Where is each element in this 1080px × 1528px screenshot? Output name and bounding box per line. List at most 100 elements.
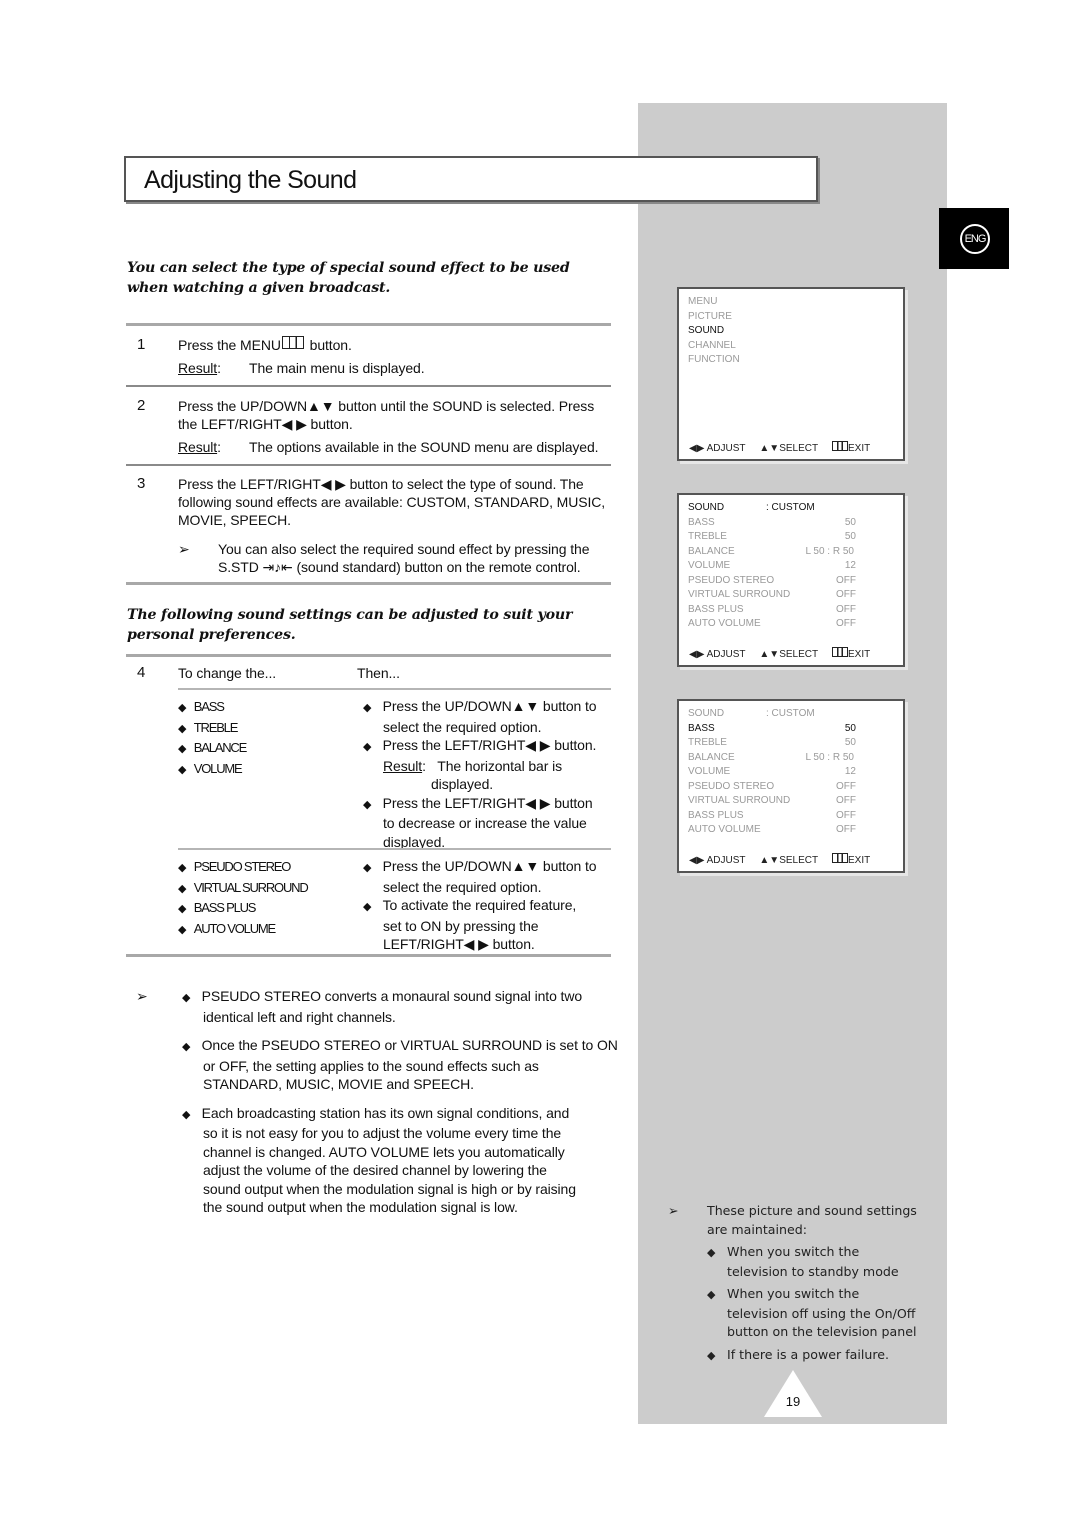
diamond-bullet-icon: ◆ xyxy=(178,862,187,874)
step-3-note-1: You can also select the required sound e… xyxy=(218,541,590,557)
result-text: The options available in the SOUND menu … xyxy=(249,439,599,455)
divider xyxy=(178,848,611,850)
osd-row: TREBLE 50 xyxy=(688,531,856,542)
osd-sound-header: SOUND: CUSTOM xyxy=(688,708,815,719)
divider xyxy=(126,582,611,585)
divider xyxy=(126,464,611,466)
osd-row: BALANCE L 50 : R 50 xyxy=(688,751,854,763)
page-title: Adjusting the Sound xyxy=(144,166,357,194)
table-header-change: To change the... xyxy=(178,665,277,681)
language-badge-label: ENG xyxy=(960,224,990,254)
divider xyxy=(126,654,611,657)
diamond-bullet-icon: ◆ xyxy=(178,923,187,936)
select-hint: ▲▼SELECT xyxy=(759,649,819,660)
osd-row: PSEUDO STEREO OFF xyxy=(688,780,856,792)
menu-icon xyxy=(832,853,849,863)
osd-menu-item: FUNCTION xyxy=(688,354,740,365)
adjust-hint: ◀▶ ADJUST xyxy=(689,443,746,454)
step-3-note-2: S.STD ⇥♪⇤ (sound standard) button on the… xyxy=(218,559,581,575)
note-arrow-icon: ➢ xyxy=(178,541,190,557)
list-item: ◆ When you switch the television off usi… xyxy=(707,1286,917,1339)
osd-row: VIRTUAL SURROUND OFF xyxy=(688,589,856,600)
osd-footer: ◀▶ ADJUST ▲▼SELECT EXIT xyxy=(689,647,870,660)
side-note: These picture and sound settings are mai… xyxy=(707,1202,917,1365)
osd-main-menu: MENU PICTURE SOUND CHANNEL FUNCTION ◀▶ A… xyxy=(677,287,905,461)
diamond-bullet-icon: ◆ xyxy=(182,992,191,1004)
result-label: Result xyxy=(178,439,218,455)
list-item: ◆ VIRTUAL SURROUND xyxy=(178,878,309,899)
list-item: ◆ Press the UP/DOWN▲▼ button to xyxy=(363,857,597,878)
instruction-text: select the required option. xyxy=(383,878,542,895)
list-item: ◆ AUTO VOLUME xyxy=(178,919,308,940)
language-badge: ENG xyxy=(939,208,1009,269)
list-item: ◆ To activate the required feature, xyxy=(363,896,596,917)
diamond-bullet-icon: ◆ xyxy=(182,1041,191,1053)
diamond-bullet-icon: ◆ xyxy=(178,743,187,755)
osd-row: VIRTUAL SURROUND OFF xyxy=(688,795,856,806)
osd-row: AUTO VOLUME OFF xyxy=(688,618,856,629)
instruction-list: ◆ Press the UP/DOWN▲▼ button to select t… xyxy=(363,697,597,851)
instruction-text: set to ON by pressing the xyxy=(383,917,539,934)
list-item: ◆ Press the LEFT/RIGHT◀ ▶ button. xyxy=(363,736,596,757)
diamond-bullet-icon: ◆ xyxy=(707,1288,716,1301)
diamond-bullet-icon: ◆ xyxy=(363,741,372,753)
diamond-bullet-icon: ◆ xyxy=(178,763,187,776)
exit-hint: EXIT xyxy=(848,443,871,454)
page-title-box: Adjusting the Sound xyxy=(124,156,818,202)
side-note-text: are maintained: xyxy=(707,1221,807,1237)
osd-row-selected: BASS 50 xyxy=(688,722,856,734)
step-text: button. xyxy=(305,337,352,353)
diamond-bullet-icon: ◆ xyxy=(178,702,187,714)
step-2-line-2: the LEFT/RIGHT◀ ▶ button. xyxy=(178,416,353,432)
list-item: ◆ If there is a power failure. xyxy=(707,1346,917,1366)
osd-row: BASS PLUS OFF xyxy=(688,603,856,615)
diamond-bullet-icon: ◆ xyxy=(363,798,372,811)
divider xyxy=(178,688,611,690)
osd-menu-item: PICTURE xyxy=(688,310,732,322)
adjust-hint: ◀▶ ADJUST xyxy=(689,855,746,866)
setting-list: ◆ PSEUDO STEREO ◆ VIRTUAL SURROUND ◆ BAS… xyxy=(178,857,309,940)
list-item: ◆ When you switch the television to stan… xyxy=(707,1244,899,1279)
diamond-bullet-icon: ◆ xyxy=(363,862,372,874)
diamond-bullet-icon: ◆ xyxy=(363,702,372,714)
instruction-text: select the required option. xyxy=(383,718,542,735)
divider xyxy=(126,954,611,957)
instruction-list: ◆ Press the UP/DOWN▲▼ button to select t… xyxy=(363,857,597,954)
note-item: ◆ Each broadcasting station has its own … xyxy=(182,1104,576,1216)
step-text: Press the MENU xyxy=(178,337,281,353)
menu-icon xyxy=(281,336,304,349)
list-item: ◆ BASS xyxy=(178,697,246,718)
instruction-text: LEFT/RIGHT◀ ▶ button. xyxy=(383,936,535,952)
exit-hint: EXIT xyxy=(848,649,871,660)
list-item: ◆ VOLUME xyxy=(178,759,246,780)
step-2-line-1: Press the UP/DOWN▲▼ button until the SOU… xyxy=(178,398,595,414)
step-3-line-1: Press the LEFT/RIGHT◀ ▶ button to select… xyxy=(178,476,584,492)
osd-menu-item-selected: SOUND xyxy=(688,325,725,336)
step-1-result: Result: xyxy=(178,360,221,376)
note-item: ◆ Once the PSEUDO STEREO or VIRTUAL SURR… xyxy=(182,1037,618,1092)
osd-row: VOLUME 12 xyxy=(688,560,856,571)
osd-row: BALANCE L 50 : R 50 xyxy=(688,545,854,557)
result-row: Result: The horizontal bar is xyxy=(383,757,563,774)
select-hint: ▲▼SELECT xyxy=(759,443,819,454)
diamond-bullet-icon: ◆ xyxy=(182,1108,191,1121)
instruction-text: to decrease or increase the value xyxy=(383,815,587,831)
note-item: ◆ PSEUDO STEREO converts a monaural soun… xyxy=(182,988,583,1025)
osd-sound-menu-bass: SOUND: CUSTOM BASS 50 TREBLE 50 BALANCE L 5… xyxy=(677,699,905,873)
menu-icon xyxy=(832,647,849,657)
osd-row: BASS 50 xyxy=(688,516,856,528)
osd-row: VOLUME 12 xyxy=(688,766,856,777)
step-number: 2 xyxy=(137,397,146,414)
osd-row: AUTO VOLUME OFF xyxy=(688,824,856,835)
osd-row: TREBLE 50 xyxy=(688,737,856,748)
note-arrow-icon: ➢ xyxy=(668,1203,679,1218)
result-label: Result xyxy=(178,360,218,376)
adjust-hint: ◀▶ ADJUST xyxy=(689,649,746,660)
result-text: The main menu is displayed. xyxy=(249,360,425,376)
list-item: ◆ TREBLE xyxy=(178,718,246,739)
step-number: 3 xyxy=(137,475,146,492)
exit-hint: EXIT xyxy=(848,855,871,866)
list-item: ◆ Press the LEFT/RIGHT◀ ▶ button xyxy=(363,794,596,815)
setting-list: ◆ BASS ◆ TREBLE ◆ BALANCE ◆ VOLUME xyxy=(178,697,247,780)
osd-menu-item: CHANNEL xyxy=(688,339,736,351)
